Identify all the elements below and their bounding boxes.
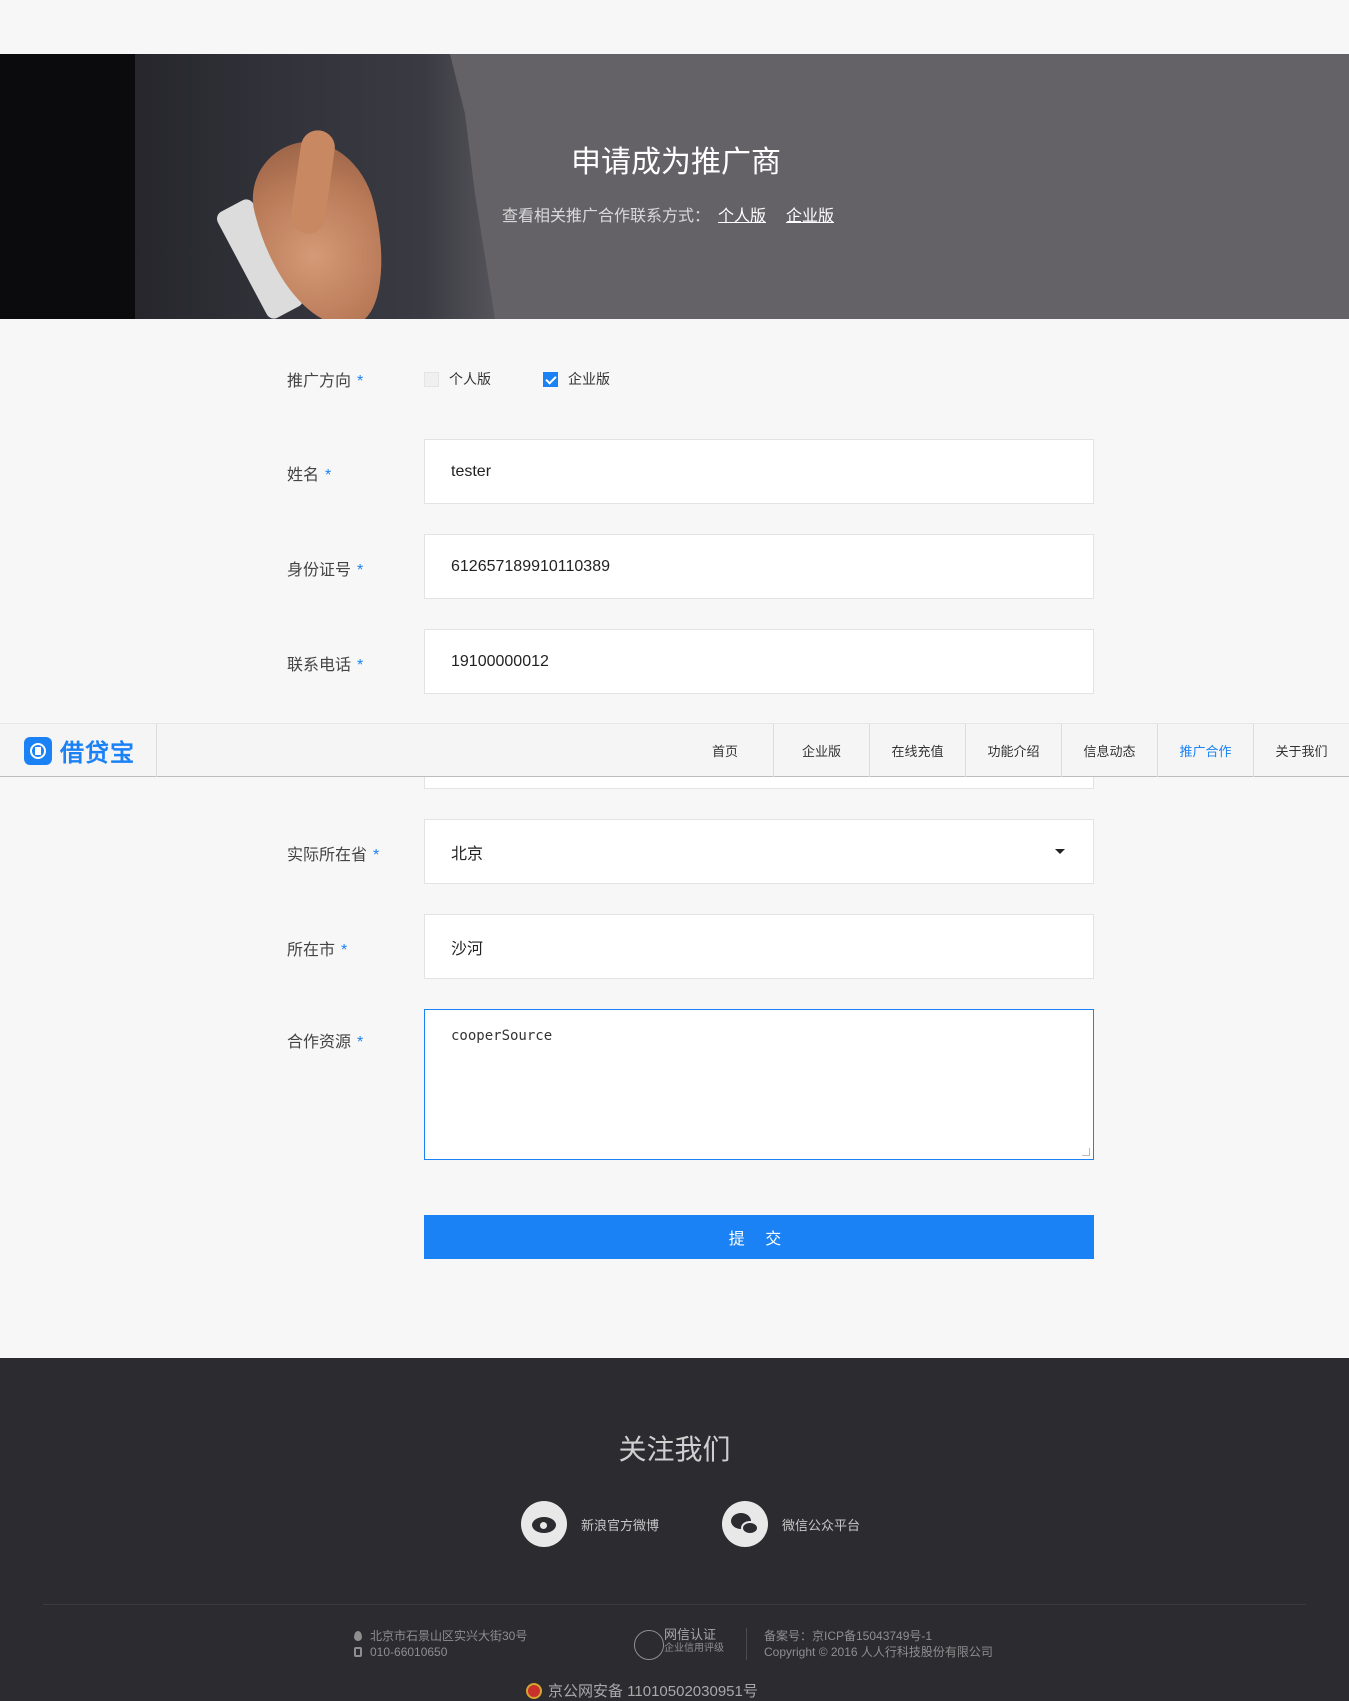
resource-row: 合作资源 * cooperSource xyxy=(287,1009,1094,1160)
option-personal[interactable]: 个人版 xyxy=(424,369,491,389)
province-select[interactable]: 北京 xyxy=(424,819,1094,884)
hero-subtitle-text: 查看相关推广合作联系方式： xyxy=(502,208,711,225)
hero-banner: 申请成为推广商 查看相关推广合作联系方式： 个人版 企业版 xyxy=(0,54,1349,319)
weibo-link[interactable]: 新浪官方微博 xyxy=(521,1501,659,1547)
direction-label: 推广方向 * xyxy=(287,373,364,390)
police-text: 京公网安备 11010502030951号 xyxy=(548,1683,758,1700)
wechat-link[interactable]: 微信公众平台 xyxy=(722,1501,860,1547)
brand-icon xyxy=(24,736,52,765)
wechat-label: 微信公众平台 xyxy=(782,1517,861,1533)
legal-info: 备案号：京ICP备15043749号-1 Copyright © 2016 人人… xyxy=(764,1628,993,1660)
option-enterprise[interactable]: 企业版 xyxy=(543,369,610,389)
police-record[interactable]: 京公网安备 11010502030951号 xyxy=(526,1680,758,1701)
phone-label: 联系电话 * xyxy=(287,657,364,674)
resize-handle-icon[interactable] xyxy=(1082,1148,1090,1156)
contact-info: 北京市石景山区实兴大街30号 010-66010650 xyxy=(354,1628,527,1660)
follow-title: 关注我们 xyxy=(618,1434,731,1465)
province-row: 实际所在省 * 北京 xyxy=(287,819,1094,884)
submit-button[interactable]: 提 交 xyxy=(424,1215,1094,1259)
phone-input[interactable]: 19100000012 xyxy=(424,629,1094,694)
brand-name: 借贷宝 xyxy=(60,740,135,767)
phone-text: 010-66010650 xyxy=(370,1645,448,1659)
resource-label: 合作资源 * xyxy=(287,1034,364,1051)
weibo-label: 新浪官方微博 xyxy=(581,1517,660,1533)
credit-seal-icon[interactable] xyxy=(634,1630,664,1660)
id-number-input[interactable]: 612657189910110389 xyxy=(424,534,1094,599)
phone-row: 联系电话 * 19100000012 xyxy=(287,629,1094,694)
name-input[interactable]: tester xyxy=(424,439,1094,504)
resource-textarea[interactable]: cooperSource xyxy=(424,1009,1094,1160)
cert-title: 网信认证 xyxy=(664,1627,717,1642)
wechat-icon xyxy=(722,1501,768,1547)
nav-item-news[interactable]: 信息动态 xyxy=(1061,724,1157,777)
city-label: 所在市 * xyxy=(287,942,348,959)
icp-text: 备案号：京ICP备15043749号-1 xyxy=(764,1629,933,1643)
phone-icon xyxy=(354,1647,362,1657)
cert-subtitle: 企业信用评级 xyxy=(664,1643,724,1654)
nav-item-home[interactable]: 首页 xyxy=(677,724,773,777)
address-text: 北京市石景山区实兴大街30号 xyxy=(370,1629,528,1643)
footer-divider xyxy=(43,1604,1306,1605)
chevron-down-icon xyxy=(1055,849,1065,854)
id-label: 身份证号 * xyxy=(287,562,364,579)
credit-cert[interactable]: 网信认证 企业信用评级 xyxy=(664,1628,724,1656)
option-personal-label: 个人版 xyxy=(449,371,491,387)
checkbox-personal[interactable] xyxy=(424,371,439,387)
nav-menu: 首页 企业版 在线充值 功能介绍 信息动态 推广合作 关于我们 xyxy=(677,724,1349,777)
hero-shadow xyxy=(0,54,135,319)
name-row: 姓名 * tester xyxy=(287,439,1094,504)
nav-item-recharge[interactable]: 在线充值 xyxy=(869,724,965,777)
id-row: 身份证号 * 612657189910110389 xyxy=(287,534,1094,599)
nav-item-promotion[interactable]: 推广合作 xyxy=(1157,724,1253,777)
checkbox-enterprise[interactable] xyxy=(543,371,558,387)
name-label: 姓名 * xyxy=(287,467,332,484)
copyright-text: Copyright © 2016 人人行科技股份有限公司 xyxy=(764,1645,993,1659)
police-badge-icon xyxy=(526,1682,542,1699)
footer: 关注我们 新浪官方微博 微信公众平台 北京市石景山区实兴大街30号 010-66… xyxy=(0,1358,1349,1701)
city-input[interactable]: 沙河 xyxy=(424,914,1094,979)
location-pin-icon xyxy=(354,1631,362,1641)
nav-item-features[interactable]: 功能介绍 xyxy=(965,724,1061,777)
province-label: 实际所在省 * xyxy=(287,847,380,864)
top-nav: 借贷宝 首页 企业版 在线充值 功能介绍 信息动态 推广合作 关于我们 xyxy=(0,723,1349,777)
nav-item-enterprise[interactable]: 企业版 xyxy=(773,724,869,777)
option-enterprise-label: 企业版 xyxy=(568,371,610,387)
footer-separator xyxy=(746,1628,747,1660)
nav-item-about[interactable]: 关于我们 xyxy=(1253,724,1349,777)
brand-logo[interactable]: 借贷宝 xyxy=(0,724,157,777)
link-enterprise[interactable]: 企业版 xyxy=(786,208,834,225)
link-personal[interactable]: 个人版 xyxy=(718,208,766,225)
city-row: 所在市 * 沙河 xyxy=(287,914,1094,979)
direction-row: 推广方向 * 个人版 企业版 xyxy=(287,367,1094,390)
weibo-icon xyxy=(521,1501,567,1547)
hero-subtitle: 查看相关推广合作联系方式： 个人版 企业版 xyxy=(502,202,846,226)
